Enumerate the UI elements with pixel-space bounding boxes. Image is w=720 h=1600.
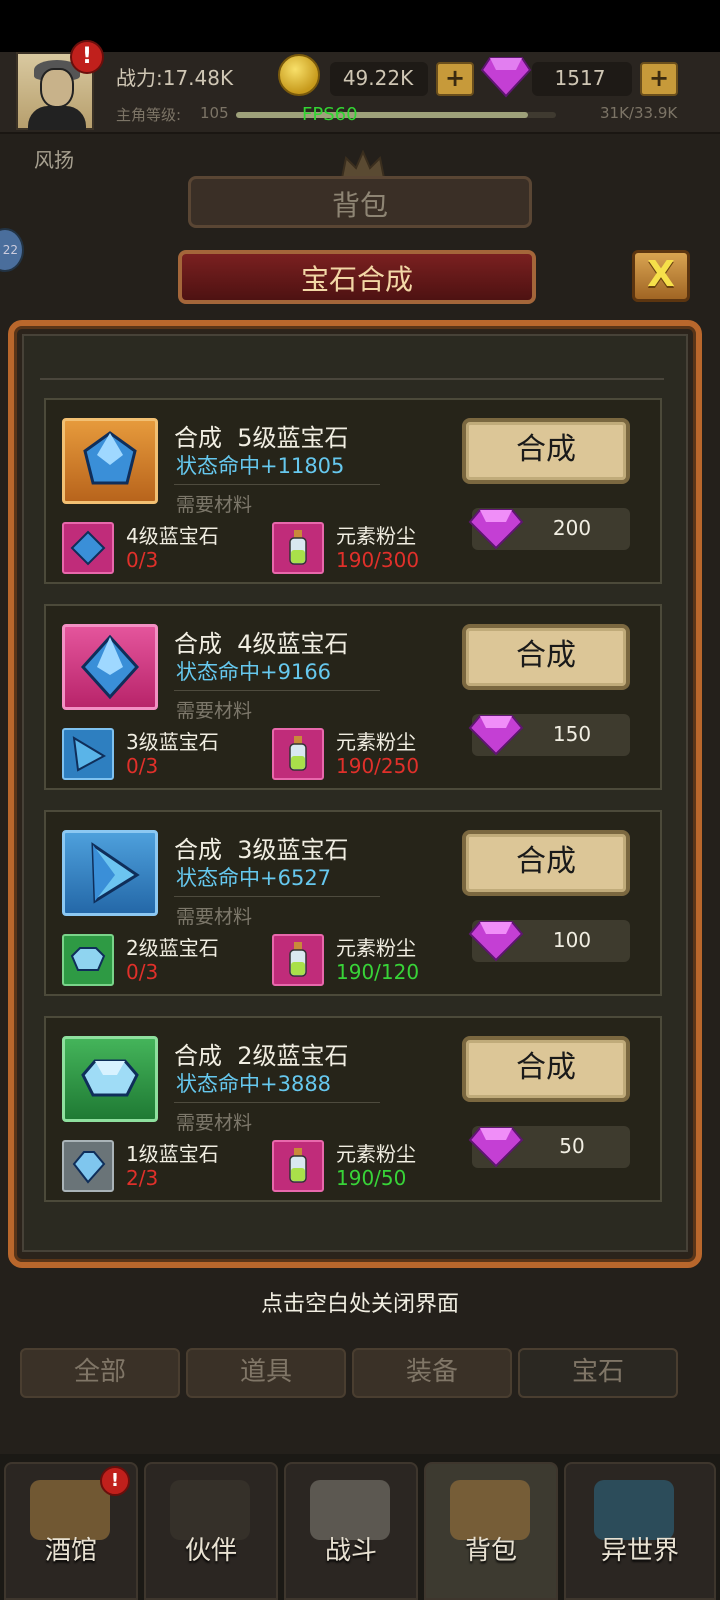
avatar-alert-badge: !	[70, 40, 104, 74]
nav-tavern-label: 酒馆	[44, 1536, 97, 1566]
sapphire-lv5-icon[interactable]	[62, 418, 158, 504]
gem-icon	[468, 715, 524, 756]
material-name: 4级蓝宝石	[126, 524, 219, 548]
combat-power: 战力:17.48K	[116, 66, 234, 90]
gem-cost: 200	[552, 516, 592, 540]
element-dust-icon[interactable]	[272, 934, 324, 986]
sapphire-lv4-icon[interactable]	[62, 522, 114, 574]
material-name: 2级蓝宝石	[126, 936, 219, 960]
gem-icon	[480, 57, 532, 98]
divider	[174, 690, 380, 691]
material-name: 元素粉尘	[336, 936, 416, 960]
sapphire-lv3-icon[interactable]	[62, 728, 114, 780]
recipe-stat: 状态命中+9166	[176, 660, 332, 684]
nav-partners-label: 伙伴	[184, 1536, 237, 1566]
material-name: 元素粉尘	[336, 524, 416, 548]
gem-amount: 1517	[554, 66, 606, 90]
material-count: 190/300	[336, 548, 420, 572]
tab-gems[interactable]: 宝石	[518, 1348, 678, 1398]
sapphire-lv3-icon[interactable]	[62, 830, 158, 916]
recipe-card: 合成 3级蓝宝石 状态命中+6527 需要材料 2级蓝宝石 0/3 元素粉尘 1…	[44, 810, 662, 996]
element-dust-icon[interactable]	[272, 522, 324, 574]
close-dialog-button[interactable]: X	[632, 250, 690, 302]
material-count: 190/50	[336, 1166, 407, 1190]
craft-button[interactable]: 合成	[462, 418, 630, 484]
tavern-alert-badge: !	[100, 1466, 130, 1496]
recipe-card: 合成 4级蓝宝石 状态命中+9166 需要材料 3级蓝宝石 0/3 元素粉尘 1…	[44, 604, 662, 790]
sapphire-lv2-icon[interactable]	[62, 934, 114, 986]
recipe-title: 合成 4级蓝宝石	[174, 630, 349, 658]
exp-text: 31K/33.9K	[600, 104, 678, 122]
dialog-tab-strip	[40, 340, 664, 380]
recipe-stat: 状态命中+3888	[176, 1072, 332, 1096]
need-materials-label: 需要材料	[176, 906, 253, 928]
bag-title: 背包	[331, 189, 388, 222]
fps-counter: FPS60	[302, 104, 358, 125]
material-count: 0/3	[126, 960, 159, 984]
need-materials-label: 需要材料	[176, 700, 253, 722]
level-label: 主角等级:	[116, 106, 182, 124]
sapphire-lv4-icon[interactable]	[62, 624, 158, 710]
dialog-title: 宝石合成	[300, 263, 413, 296]
need-materials-label: 需要材料	[176, 1112, 253, 1134]
level-value: 105	[200, 104, 229, 122]
tab-equipment[interactable]: 装备	[352, 1348, 512, 1398]
add-coins-button[interactable]: +	[436, 62, 474, 96]
gem-cost: 100	[552, 928, 592, 952]
nav-battle-label: 战斗	[324, 1536, 377, 1566]
element-dust-icon[interactable]	[272, 728, 324, 780]
gem-cost: 50	[559, 1134, 585, 1158]
gem-icon	[468, 1127, 524, 1168]
recipe-stat: 状态命中+11805	[176, 454, 345, 478]
material-name: 元素粉尘	[336, 730, 416, 754]
add-gems-button[interactable]: +	[640, 62, 678, 96]
material-count: 2/3	[126, 1166, 159, 1190]
gem-cost: 150	[552, 722, 592, 746]
recipe-title: 合成 5级蓝宝石	[174, 424, 349, 452]
divider	[174, 896, 380, 897]
divider	[174, 484, 380, 485]
close-hint-text[interactable]: 点击空白处关闭界面	[0, 1286, 720, 1318]
player-name: 风扬	[34, 148, 74, 172]
material-name: 元素粉尘	[336, 1142, 416, 1166]
nav-bag-label: 背包	[464, 1536, 517, 1566]
nav-other-world-label: 异世界	[600, 1536, 679, 1566]
material-count: 190/120	[336, 960, 420, 984]
sapphire-lv2-icon[interactable]	[62, 1036, 158, 1122]
material-count: 0/3	[126, 548, 159, 572]
recipe-card: 合成 2级蓝宝石 状态命中+3888 需要材料 1级蓝宝石 2/3 元素粉尘 1…	[44, 1016, 662, 1202]
material-count: 0/3	[126, 754, 159, 778]
coin-icon	[278, 54, 320, 96]
craft-button[interactable]: 合成	[462, 1036, 630, 1102]
recipe-card: 合成 5级蓝宝石 状态命中+11805 需要材料 4级蓝宝石 0/3 元素粉尘 …	[44, 398, 662, 584]
sapphire-lv1-icon[interactable]	[62, 1140, 114, 1192]
gem-icon	[468, 509, 524, 550]
exp-bar-fill	[236, 112, 529, 118]
need-materials-label: 需要材料	[176, 494, 253, 516]
tab-all[interactable]: 全部	[20, 1348, 180, 1398]
material-name: 1级蓝宝石	[126, 1142, 219, 1166]
system-status-bar	[0, 0, 720, 52]
recipe-title: 合成 2级蓝宝石	[174, 1042, 349, 1070]
gem-icon	[468, 921, 524, 962]
recipe-title: 合成 3级蓝宝石	[174, 836, 349, 864]
divider	[174, 1102, 380, 1103]
tab-items[interactable]: 道具	[186, 1348, 346, 1398]
coin-amount: 49.22K	[342, 66, 414, 90]
recipe-stat: 状态命中+6527	[176, 866, 332, 890]
element-dust-icon[interactable]	[272, 1140, 324, 1192]
material-name: 3级蓝宝石	[126, 730, 219, 754]
material-count: 190/250	[336, 754, 420, 778]
craft-button[interactable]: 合成	[462, 624, 630, 690]
craft-button[interactable]: 合成	[462, 830, 630, 896]
